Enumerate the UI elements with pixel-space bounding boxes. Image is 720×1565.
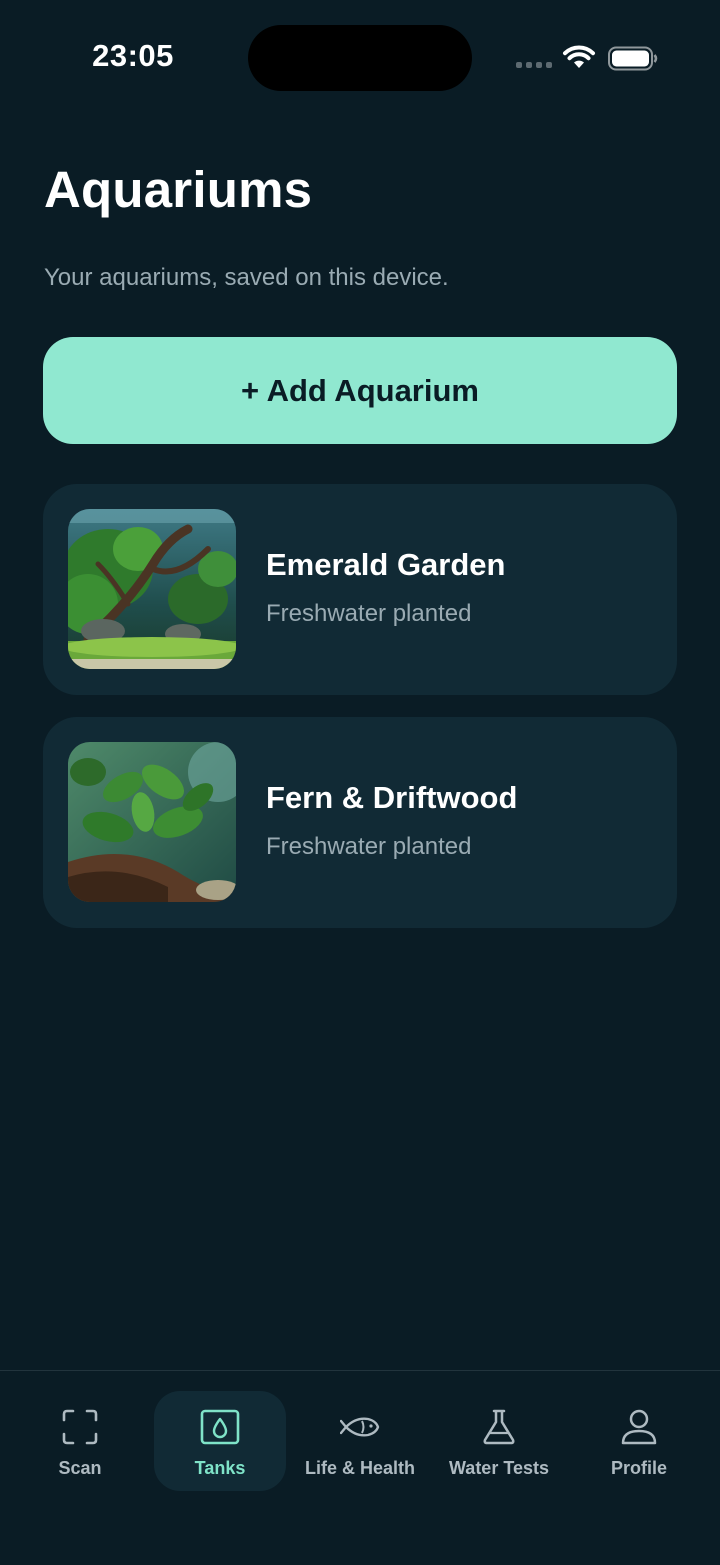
status-bar: 23:05 xyxy=(0,0,720,116)
tab-label: Life & Health xyxy=(304,1458,415,1478)
tab-scan[interactable]: Scan xyxy=(14,1391,146,1491)
tank-type: Freshwater planted xyxy=(266,600,472,627)
tab-profile[interactable]: Profile xyxy=(573,1391,705,1491)
flask-icon xyxy=(483,1409,515,1445)
tab-water-tests[interactable]: Water Tests xyxy=(433,1391,565,1491)
water-drop-icon xyxy=(200,1409,240,1445)
add-aquarium-label: + Add Aquarium xyxy=(241,372,479,408)
tab-label: Water Tests xyxy=(448,1458,550,1478)
dynamic-island xyxy=(248,25,472,91)
tab-life-health[interactable]: Life & Health xyxy=(294,1391,426,1491)
tank-name: Fern & Driftwood xyxy=(266,780,518,815)
tab-label: Tanks xyxy=(194,1458,246,1478)
tab-bar: Scan Tanks Life & Health Water Tests Pro… xyxy=(0,1370,720,1565)
tank-photo xyxy=(68,742,236,902)
page-title: Aquariums xyxy=(44,161,313,218)
fish-icon xyxy=(340,1417,380,1437)
aquariums-screen: 23:05 Aquariums Your aquariums, saved on… xyxy=(0,0,720,1565)
wifi-icon xyxy=(563,45,595,68)
battery-icon xyxy=(608,46,658,71)
status-time: 23:05 xyxy=(92,38,174,73)
tank-name: Emerald Garden xyxy=(266,547,506,582)
scan-icon xyxy=(62,1409,98,1445)
tab-label: Scan xyxy=(58,1458,102,1478)
add-aquarium-button[interactable]: + Add Aquarium xyxy=(43,337,677,444)
cellular-signal-icon xyxy=(516,62,552,70)
page-subtitle: Your aquariums, saved on this device. xyxy=(44,264,449,291)
person-icon xyxy=(621,1409,657,1445)
tank-type: Freshwater planted xyxy=(266,833,472,860)
tank-photo xyxy=(68,509,236,669)
tab-tanks[interactable]: Tanks xyxy=(154,1391,286,1491)
tank-card-fern-driftwood[interactable]: Fern & Driftwood Freshwater planted xyxy=(43,717,677,928)
tank-card-emerald-garden[interactable]: Emerald Garden Freshwater planted xyxy=(43,484,677,695)
tab-label: Profile xyxy=(610,1458,667,1478)
